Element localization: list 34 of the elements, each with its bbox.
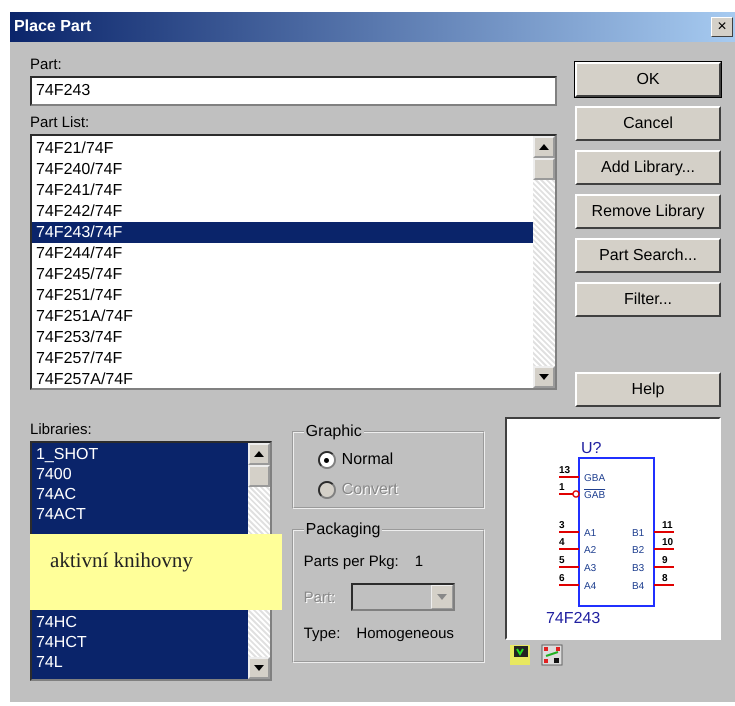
pin-label: A3 xyxy=(584,563,596,574)
pin-number: 8 xyxy=(662,573,668,584)
pin-number: 11 xyxy=(662,520,673,531)
pin-label: B2 xyxy=(632,545,644,556)
pin-label: GBA xyxy=(584,473,606,484)
parts-per-pkg-value: 1 xyxy=(414,552,424,570)
libraries-label: Libraries: xyxy=(30,421,93,438)
pin-number: 10 xyxy=(662,537,674,548)
window-title: Place Part xyxy=(14,18,92,36)
pin-number: 3 xyxy=(559,520,565,531)
pin-number: 13 xyxy=(559,465,570,476)
pin-label: A2 xyxy=(584,545,596,556)
pin-number: 5 xyxy=(559,555,565,566)
pin-label: A4 xyxy=(584,581,596,592)
reference-label: U? xyxy=(581,440,602,457)
pin-label: B1 xyxy=(632,528,644,539)
pin-number: 6 xyxy=(559,573,565,584)
part-label: Part: xyxy=(304,588,336,606)
annotation-tooltip: aktivní knihovny xyxy=(30,534,282,610)
type-label: Type: xyxy=(304,624,340,642)
pin-label: GAB xyxy=(584,490,606,501)
type-value: Homogeneous xyxy=(356,624,454,642)
pin-label: B4 xyxy=(632,581,644,592)
pin-label: A1 xyxy=(584,528,596,539)
part-label: Part: xyxy=(30,56,63,73)
pin-label: B3 xyxy=(632,563,644,574)
pin-number: 9 xyxy=(662,555,668,566)
group-title: Graphic xyxy=(304,423,363,441)
pin-number: 1 xyxy=(559,482,565,493)
parts-per-pkg-label: Parts per Pkg: xyxy=(304,552,399,570)
part-name-label: 74F243 xyxy=(546,610,600,627)
part-list-label: Part List: xyxy=(30,114,90,131)
pin-number: 4 xyxy=(559,537,565,548)
group-title: Packaging xyxy=(304,521,382,539)
